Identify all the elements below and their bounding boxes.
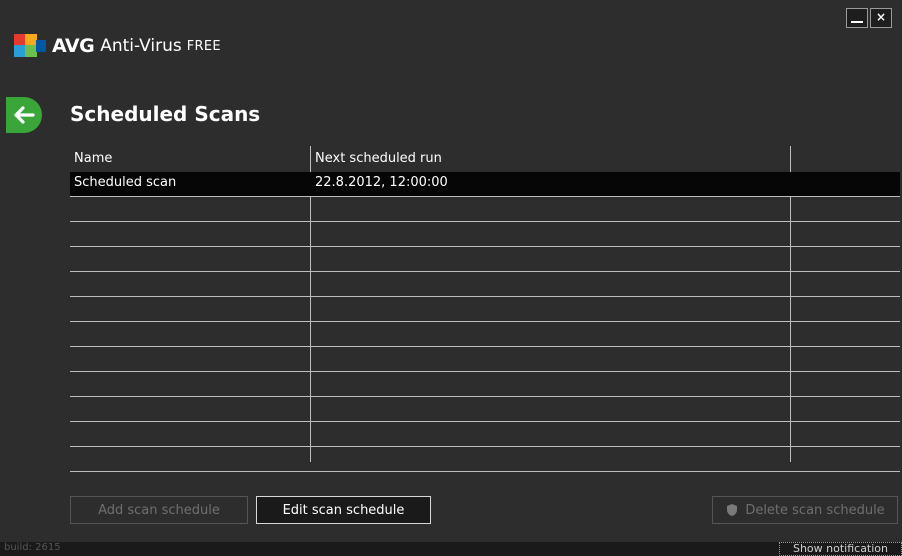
avg-window: × AVG Anti-Virus FREE Scheduled Scans Na…: [0, 0, 902, 556]
table-row-empty: [70, 347, 900, 372]
table-row-empty: [70, 197, 900, 222]
cell-name: Scheduled scan: [74, 175, 177, 190]
table-row[interactable]: Scheduled scan 22.8.2012, 12:00:00: [70, 172, 900, 197]
back-button[interactable]: [6, 97, 42, 133]
logo-edition: FREE: [186, 38, 221, 54]
table-header: Name Next scheduled run: [70, 146, 900, 172]
close-button[interactable]: ×: [870, 8, 892, 28]
avg-logo-icon: [14, 34, 48, 58]
logo-product: Anti-Virus: [100, 36, 182, 56]
edit-scan-schedule-button[interactable]: Edit scan schedule: [256, 496, 431, 524]
schedules-table: Name Next scheduled run Scheduled scan 2…: [70, 146, 900, 472]
column-header-next-run[interactable]: Next scheduled run: [315, 151, 442, 166]
delete-scan-schedule-button[interactable]: Delete scan schedule: [712, 496, 898, 524]
table-row-empty: [70, 422, 900, 447]
table-row-empty: [70, 397, 900, 422]
table-row-empty: [70, 322, 900, 347]
table-row-empty: [70, 272, 900, 297]
table-row-empty: [70, 222, 900, 247]
arrow-left-icon: [14, 106, 35, 124]
page-title: Scheduled Scans: [70, 102, 261, 126]
show-notification-button[interactable]: Show notification: [779, 542, 902, 556]
cell-next-run: 22.8.2012, 12:00:00: [315, 175, 448, 190]
shield-icon: [727, 504, 738, 516]
table-row-empty: [70, 372, 900, 397]
column-header-name[interactable]: Name: [74, 151, 112, 166]
table-row-empty: [70, 247, 900, 272]
app-logo: AVG Anti-Virus FREE: [14, 34, 221, 58]
add-scan-schedule-button[interactable]: Add scan schedule: [70, 496, 248, 524]
table-row-empty: [70, 447, 900, 472]
status-bar: build: 2615 Show notification: [0, 542, 902, 556]
build-number: build: 2615: [4, 542, 61, 553]
table-row-empty: [70, 297, 900, 322]
delete-button-label: Delete scan schedule: [745, 502, 885, 518]
minimize-button[interactable]: [846, 8, 868, 28]
logo-brand: AVG: [52, 35, 95, 57]
